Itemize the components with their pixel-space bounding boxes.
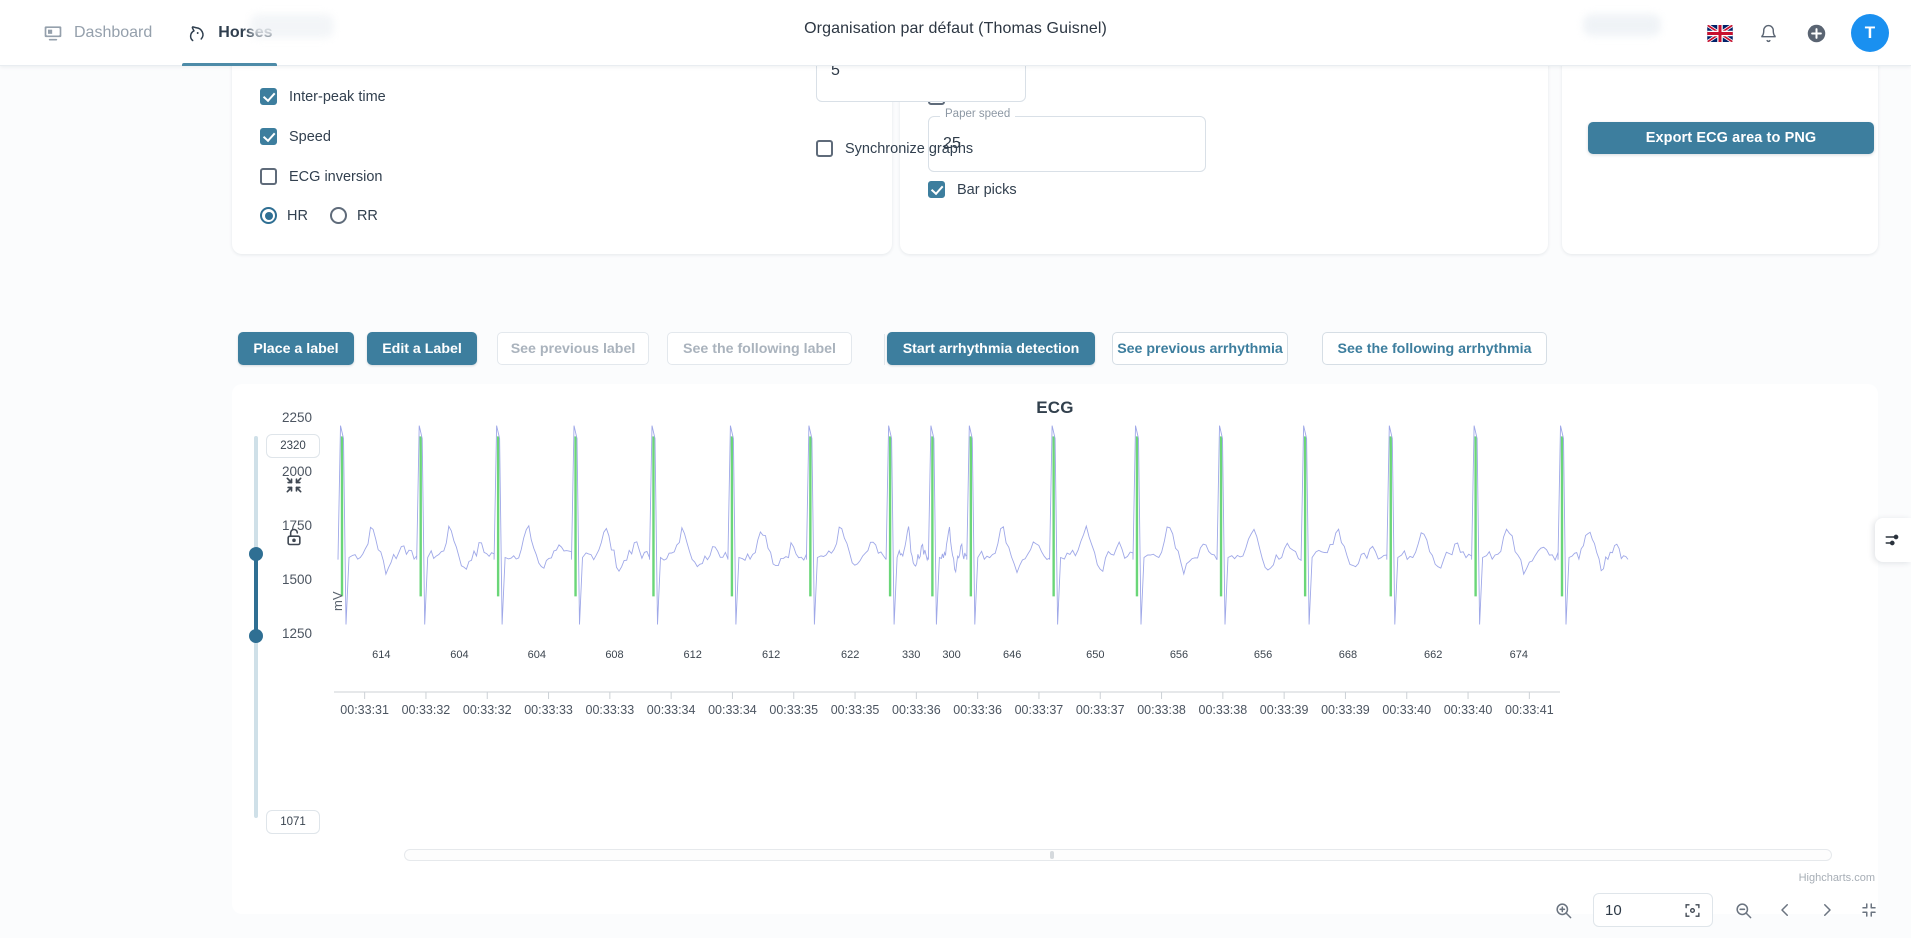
export-ecg-png-button[interactable]: Export ECG area to PNG [1588,122,1874,154]
y-axis-title: mV [330,591,345,612]
chevron-right-icon[interactable] [1815,898,1839,922]
chart-settings-fab[interactable] [1875,518,1911,562]
inter-peak-time-label: 668 [1338,648,1358,661]
chart-navigator-scrollbar[interactable] [404,849,1832,861]
bar-picks-label: Bar picks [957,181,1017,198]
inter-peak-time-label: 674 [1509,648,1528,661]
synchronize-graphs-checkbox[interactable] [816,140,833,157]
rr-label: RR [356,207,378,224]
ecg-inversion-label: ECG inversion [289,168,383,185]
highcharts-credits[interactable]: Highcharts.com [1799,872,1875,884]
x-axis-tick: 00:33:41 [1505,703,1554,717]
action-row-divider [884,334,885,365]
option-ecg-inversion[interactable]: ECG inversion [260,168,382,185]
inter-peak-time-label: 604 [527,648,546,661]
organisation-title: Organisation par défaut (Thomas Guisnel) [804,20,1107,37]
inter-peak-time-label: 622 [841,648,860,661]
amplitude-slider-handle-upper[interactable] [249,547,263,561]
amplitude-range-slider[interactable] [249,436,263,818]
paper-speed-label: Paper speed [940,108,1016,120]
option-bar-picks[interactable]: Bar picks [928,181,1017,198]
inter-peak-time-label: 614 [372,648,391,661]
ecg-plot-area[interactable]: 1250 1500 1750 2000 2250 614 604 604 608 612 612 62… [232,384,1878,914]
zoom-out-icon[interactable] [1731,898,1755,922]
chart-navigator-handle[interactable] [1050,851,1054,859]
see-previous-arrhythmia-button[interactable]: See previous arrhythmia [1112,332,1288,365]
speed-checkbox[interactable] [260,128,277,145]
inter-peak-time-label: Inter-peak time [289,88,386,105]
ecg-inversion-checkbox[interactable] [260,168,277,185]
plus-circle-icon[interactable] [1803,20,1829,46]
option-inter-peak-time[interactable]: Inter-peak time [260,88,386,105]
speed-label: Speed [289,128,331,145]
hr-label: HR [287,207,308,224]
inter-peak-time-label: 608 [605,648,624,661]
see-following-label-button[interactable]: See the following label [667,332,852,365]
inter-peak-time-label: 656 [1253,648,1273,661]
collapse-icon[interactable] [1857,898,1881,922]
page-body: Inter-peak time Speed ECG inversion HR R… [0,30,1911,938]
inter-peak-time-label: 604 [450,648,469,661]
amplitude-slider-handle-lower[interactable] [249,629,263,643]
range-min-value[interactable]: 1071 [266,810,320,834]
chevron-left-icon[interactable] [1773,898,1797,922]
inter-peak-time-label: 656 [1169,648,1189,661]
sliders-icon [1884,531,1902,549]
range-max-value[interactable]: 2320 [266,434,320,458]
amplitude-slider-selection [254,554,258,636]
hr-rr-radio-group[interactable]: HR RR [260,207,378,224]
avatar[interactable]: T [1851,14,1889,52]
window-size-input[interactable]: 10 [1593,893,1713,927]
inter-peak-time-checkbox[interactable] [260,88,277,105]
header-actions: T [1707,0,1889,66]
rr-radio[interactable] [329,207,347,224]
crosshair-frame-icon[interactable] [1684,902,1701,919]
inter-peak-time-label: 612 [761,648,781,661]
top-header: Dashboard Horses Organisation par défaut… [0,0,1911,66]
collapse-arrows-icon[interactable] [284,475,306,497]
place-a-label-button[interactable]: Place a label [238,332,354,365]
unlock-icon[interactable] [284,527,306,549]
edit-a-label-button[interactable]: Edit a Label [367,332,477,365]
option-speed[interactable]: Speed [260,128,331,145]
bar-picks-checkbox[interactable] [928,181,945,198]
synchronize-graphs-label: Synchronize graphs [845,140,974,157]
start-arrhythmia-detection-button[interactable]: Start arrhythmia detection [887,332,1095,365]
inter-peak-time-label: 300 [942,648,961,661]
ecg-waveform [337,425,1629,625]
chart-bottom-controls: 10 [1551,892,1881,928]
hr-radio[interactable] [260,207,277,224]
inter-peak-time-label: 662 [1423,648,1443,661]
action-button-row: Place a label Edit a Label See previous … [0,332,1911,368]
option-synchronize-graphs[interactable]: Synchronize graphs [816,140,973,157]
bell-icon[interactable] [1755,20,1781,46]
ecg-chart-card: ECG 1250 1500 1750 2000 2250 614 604 604 608 612 6… [232,384,1878,914]
see-following-arrhythmia-button[interactable]: See the following arrhythmia [1322,332,1547,365]
window-size-value: 10 [1605,901,1622,919]
inter-peak-time-label: 650 [1086,648,1105,661]
see-previous-label-button[interactable]: See previous label [497,332,649,365]
inter-peak-time-label: 612 [683,648,702,661]
uk-flag-icon[interactable] [1707,24,1733,42]
zoom-in-icon[interactable] [1551,898,1575,922]
inter-peak-time-label: 646 [1003,648,1022,661]
